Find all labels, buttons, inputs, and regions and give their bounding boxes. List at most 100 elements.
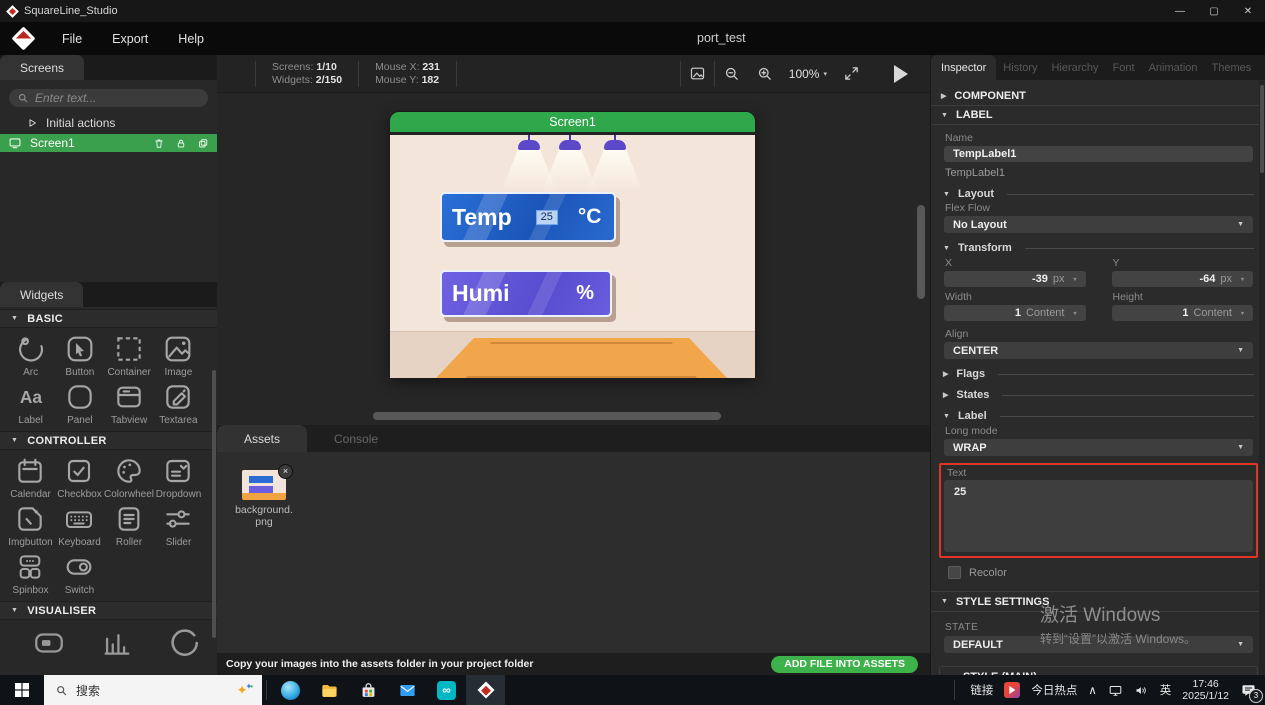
widget-panel[interactable]: Panel	[55, 381, 104, 426]
text-value-textarea[interactable]: 25	[944, 480, 1253, 552]
widget-textarea[interactable]: Textarea	[154, 381, 203, 426]
tab-animation[interactable]: Animation	[1142, 55, 1205, 80]
tab-inspector[interactable]: Inspector	[931, 55, 996, 80]
tray-chevron-up-icon[interactable]: ∧	[1088, 683, 1096, 697]
transform-subsection[interactable]: ▼ Transform	[943, 242, 1254, 254]
links-toolbar-label[interactable]: 链接	[970, 682, 993, 698]
screen1-design[interactable]: Screen1 Temp 25 °C Humi %	[390, 112, 755, 378]
screens-search-input[interactable]: Enter text...	[9, 89, 208, 107]
temp-value-label-selected[interactable]: 25	[536, 210, 558, 225]
state-dropdown[interactable]: DEFAULT ▼	[944, 636, 1253, 653]
bar-widget-icon[interactable]	[32, 626, 66, 660]
states-subsection[interactable]: ▶ States	[943, 389, 1254, 401]
widget-container[interactable]: Container	[105, 333, 154, 378]
zoom-level-dropdown[interactable]: 100% ▾	[781, 67, 835, 81]
taskbar-app-mail[interactable]	[388, 675, 427, 705]
tab-hierarchy[interactable]: Hierarchy	[1044, 55, 1105, 80]
canvas-vertical-scrollbar[interactable]	[917, 205, 925, 299]
design-canvas[interactable]: Screen1 Temp 25 °C Humi %	[217, 93, 930, 425]
widget-spinbox[interactable]: Spinbox	[6, 551, 55, 596]
menu-export[interactable]: Export	[97, 32, 163, 46]
ime-indicator[interactable]: 英	[1160, 682, 1172, 698]
layout-subsection[interactable]: ▼ Layout	[943, 188, 1254, 200]
long-mode-dropdown[interactable]: WRAP ▼	[944, 439, 1253, 456]
humi-panel-widget[interactable]: Humi %	[440, 270, 612, 317]
recolor-checkbox[interactable]	[948, 566, 961, 579]
chart-widget-icon[interactable]	[100, 626, 134, 660]
screen-list-item[interactable]: Screen1	[0, 134, 217, 152]
widget-label[interactable]: Aa Label	[6, 381, 55, 426]
tab-font[interactable]: Font	[1106, 55, 1142, 80]
widget-button[interactable]: Button	[55, 333, 104, 378]
minimize-button[interactable]: —	[1163, 0, 1197, 22]
widget-imgbutton[interactable]: Imgbutton	[6, 503, 55, 548]
screen-body[interactable]: Temp 25 °C Humi %	[390, 132, 755, 378]
widgets-scrollbar[interactable]	[212, 370, 216, 638]
delete-icon[interactable]	[153, 137, 165, 150]
tab-widgets[interactable]: Widgets	[0, 282, 83, 307]
tab-screens[interactable]: Screens	[0, 55, 84, 80]
label-subsection[interactable]: ▼ Label	[943, 410, 1254, 422]
widget-slider[interactable]: Slider	[154, 503, 203, 548]
x-input[interactable]: -39 px ▾	[944, 271, 1086, 287]
unit-caret-icon[interactable]: ▾	[1073, 276, 1076, 283]
start-button[interactable]	[0, 675, 44, 705]
canvas-horizontal-scrollbar[interactable]	[373, 412, 721, 420]
widget-switch[interactable]: Switch	[55, 551, 104, 596]
tab-themes[interactable]: Themes	[1205, 55, 1259, 80]
widget-checkbox[interactable]: Checkbox	[55, 455, 104, 500]
duplicate-icon[interactable]	[197, 137, 209, 150]
taskbar-app-squareline[interactable]	[466, 675, 505, 705]
add-file-into-assets-button[interactable]: ADD FILE INTO ASSETS	[771, 656, 918, 673]
screen-title-bar[interactable]: Screen1	[390, 112, 755, 132]
notification-center-button[interactable]: 3	[1240, 682, 1257, 699]
zoom-in-button[interactable]	[748, 65, 781, 82]
initial-actions-item[interactable]: Initial actions	[0, 114, 217, 132]
taskbar-search-input[interactable]: 搜索 ✦✦•	[44, 675, 262, 705]
widget-calendar[interactable]: Calendar	[6, 455, 55, 500]
menu-help[interactable]: Help	[163, 32, 219, 46]
remove-asset-icon[interactable]: ×	[278, 464, 293, 479]
unit-caret-icon[interactable]: ▾	[1241, 276, 1244, 283]
clock[interactable]: 17:46 2025/1/12	[1182, 678, 1229, 702]
speaker-icon[interactable]	[1134, 683, 1149, 698]
widget-tabview[interactable]: Tabview	[105, 381, 154, 426]
section-visualiser[interactable]: ▼ VISUALISER	[0, 601, 217, 620]
y-input[interactable]: -64 px ▾	[1112, 271, 1254, 287]
name-input[interactable]: TempLabel1	[944, 146, 1253, 162]
widget-colorwheel[interactable]: Colorwheel	[104, 455, 154, 500]
tab-assets[interactable]: Assets	[217, 425, 307, 452]
play-button[interactable]	[894, 65, 908, 83]
style-settings-section-header[interactable]: ▼ STYLE SETTINGS	[931, 591, 1265, 612]
flags-subsection[interactable]: ▶ Flags	[943, 368, 1254, 380]
asset-thumbnail[interactable]: ×	[242, 470, 286, 500]
temp-panel-widget[interactable]: Temp 25 °C	[440, 192, 616, 242]
widget-arc[interactable]: Arc	[6, 333, 55, 378]
hotspot-label[interactable]: 今日热点	[1031, 682, 1077, 698]
menu-file[interactable]: File	[47, 32, 97, 46]
unit-caret-icon[interactable]: ▾	[1241, 310, 1244, 317]
tab-history[interactable]: History	[996, 55, 1044, 80]
section-controller[interactable]: ▼ CONTROLLER	[0, 431, 217, 450]
widget-keyboard[interactable]: Keyboard	[55, 503, 104, 548]
widget-image[interactable]: Image	[154, 333, 203, 378]
section-basic[interactable]: ▼ BASIC	[0, 309, 217, 328]
maximize-button[interactable]: ▢	[1197, 0, 1231, 22]
network-icon[interactable]	[1108, 683, 1123, 698]
taskbar-app-infinity[interactable]: ∞	[427, 675, 466, 705]
taskbar-app-explorer[interactable]	[310, 675, 349, 705]
close-button[interactable]: ✕	[1231, 0, 1265, 22]
component-section-header[interactable]: ▶ COMPONENT	[931, 87, 1265, 106]
label-section-header[interactable]: ▼ LABEL	[931, 106, 1265, 125]
style-main-section-header[interactable]: ▼ STYLE (MAIN)	[939, 666, 1258, 675]
height-input[interactable]: 1 Content ▾	[1112, 305, 1254, 321]
width-input[interactable]: 1 Content ▾	[944, 305, 1086, 321]
fit-screen-button[interactable]	[835, 65, 868, 82]
zoom-out-button[interactable]	[715, 65, 748, 82]
tab-console[interactable]: Console	[307, 425, 405, 452]
taskbar-app-edge[interactable]	[271, 675, 310, 705]
align-dropdown[interactable]: CENTER ▼	[944, 342, 1253, 359]
flex-flow-dropdown[interactable]: No Layout ▼	[944, 216, 1253, 233]
taskbar-app-store[interactable]	[349, 675, 388, 705]
asset-item[interactable]: × background.png	[234, 470, 294, 528]
